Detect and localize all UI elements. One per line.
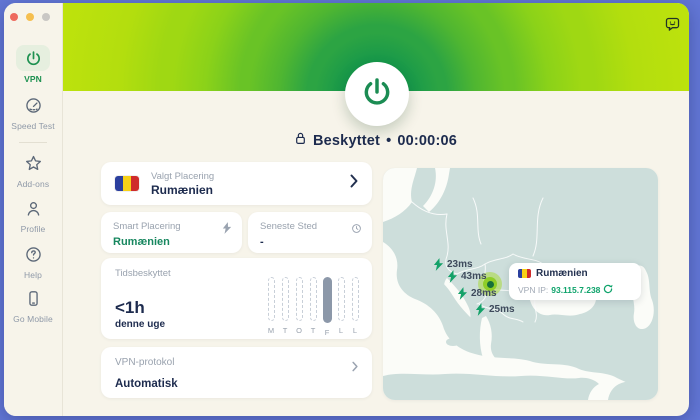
- time-protected-card: Tidsbeskyttet <1h denne uge M T O T F L …: [101, 258, 372, 339]
- smart-location-card[interactable]: Smart Placering Rumænien: [101, 212, 242, 253]
- sidebar-item-profile[interactable]: Profile: [4, 195, 62, 234]
- star-icon: [24, 154, 43, 173]
- selected-location-label: Valgt Placering: [151, 171, 214, 182]
- ping-value: 43ms: [461, 271, 487, 282]
- lightning-icon: [433, 258, 444, 271]
- close-window-button[interactable]: [10, 13, 18, 21]
- usage-bar: L: [350, 277, 360, 337]
- recent-location-card[interactable]: Seneste Sted -: [248, 212, 372, 253]
- power-button[interactable]: [345, 62, 409, 126]
- usage-bar: M: [266, 277, 276, 337]
- lock-icon: [294, 131, 307, 151]
- day-label: L: [339, 326, 343, 335]
- lightning-icon: [457, 287, 468, 300]
- sidebar-item-label: Profile: [21, 224, 46, 234]
- sidebar-item-add-ons[interactable]: Add-ons: [4, 150, 62, 189]
- sidebar-item-go-mobile[interactable]: Go Mobile: [4, 285, 62, 324]
- day-label: M: [268, 326, 274, 335]
- active-item-highlight: [16, 45, 50, 71]
- vpn-protocol-value: Automatisk: [115, 378, 178, 390]
- time-protected-value: <1h: [115, 298, 145, 318]
- sidebar-item-label: VPN: [24, 74, 42, 84]
- lightning-icon: [447, 270, 458, 283]
- selected-location-value: Rumænien: [151, 183, 214, 197]
- romania-flag-icon: [518, 269, 531, 278]
- minimize-window-button[interactable]: [26, 13, 34, 21]
- ping-pin[interactable]: 25ms: [475, 303, 515, 316]
- usage-bar: F: [322, 277, 332, 337]
- person-icon: [24, 199, 43, 218]
- selected-location-card[interactable]: Valgt Placering Rumænien: [101, 162, 372, 205]
- time-protected-label: Tidsbeskyttet: [115, 268, 171, 279]
- ping-value: 28ms: [471, 288, 497, 299]
- usage-bar: O: [294, 277, 304, 337]
- day-label: O: [296, 326, 302, 335]
- ping-value: 25ms: [489, 304, 515, 315]
- status-label: Beskyttet: [313, 133, 380, 149]
- sidebar-item-label: Go Mobile: [13, 314, 53, 324]
- vpn-protocol-card[interactable]: VPN-protokol Automatisk: [101, 347, 372, 398]
- status-separator: •: [386, 133, 391, 149]
- day-label: T: [283, 326, 288, 335]
- vpn-protocol-label: VPN-protokol: [115, 357, 174, 368]
- sidebar-item-speed-test[interactable]: Speed Test: [4, 92, 62, 131]
- lightning-icon: [475, 303, 486, 316]
- day-label: F: [325, 328, 330, 337]
- weekly-usage-chart: M T O T F L L: [266, 277, 360, 337]
- chevron-right-icon: [352, 359, 358, 377]
- speedometer-icon: [24, 96, 43, 115]
- vpn-ip-value: 93.115.7.238: [551, 285, 600, 295]
- recent-location-label: Seneste Sted: [260, 221, 317, 232]
- phone-icon: [24, 289, 43, 308]
- day-label: T: [311, 326, 316, 335]
- app-window: Beskyttet • 00:00:06 VPN Speed Tes: [4, 3, 689, 416]
- sidebar-item-vpn[interactable]: VPN: [4, 45, 62, 84]
- chevron-right-icon: [350, 174, 358, 193]
- ping-value: 23ms: [447, 259, 473, 270]
- sidebar-item-label: Add-ons: [17, 179, 49, 189]
- fullscreen-window-button[interactable]: [42, 13, 50, 21]
- usage-bar: T: [280, 277, 290, 337]
- sidebar-item-label: Help: [24, 270, 42, 280]
- smart-location-value: Rumænien: [113, 236, 170, 248]
- sidebar: VPN Speed Test Add-ons Profile: [4, 3, 63, 416]
- ping-pin[interactable]: 43ms: [447, 270, 487, 283]
- romania-flag-icon: [115, 176, 139, 191]
- lightning-icon: [222, 221, 232, 239]
- screen: Beskyttet • 00:00:06 VPN Speed Tes: [0, 0, 700, 420]
- recent-location-value: -: [260, 236, 264, 248]
- vpn-ip-label: VPN IP:: [518, 285, 548, 295]
- session-timer: 00:00:06: [397, 133, 457, 149]
- window-controls: [10, 13, 50, 21]
- sidebar-item-help[interactable]: Help: [4, 241, 62, 280]
- location-tooltip: Rumænien VPN IP: 93.115.7.238: [509, 263, 641, 300]
- day-label: L: [353, 326, 357, 335]
- usage-bar: L: [336, 277, 346, 337]
- tooltip-country: Rumænien: [536, 268, 588, 279]
- ping-pin[interactable]: 28ms: [457, 287, 497, 300]
- sidebar-item-label: Speed Test: [11, 121, 54, 131]
- clock-icon: [351, 221, 362, 239]
- power-icon: [25, 50, 42, 67]
- status-row: Beskyttet • 00:00:06: [62, 131, 689, 151]
- refresh-icon[interactable]: [603, 281, 613, 299]
- time-protected-sublabel: denne uge: [115, 319, 165, 330]
- question-icon: [24, 245, 43, 264]
- feedback-chat-icon[interactable]: [662, 14, 682, 34]
- usage-bar: T: [308, 277, 318, 337]
- power-icon: [361, 76, 393, 113]
- map-card[interactable]: 23ms 43ms 28ms 25ms Rumæ: [383, 168, 658, 400]
- sidebar-divider: [19, 142, 47, 143]
- smart-location-label: Smart Placering: [113, 221, 181, 232]
